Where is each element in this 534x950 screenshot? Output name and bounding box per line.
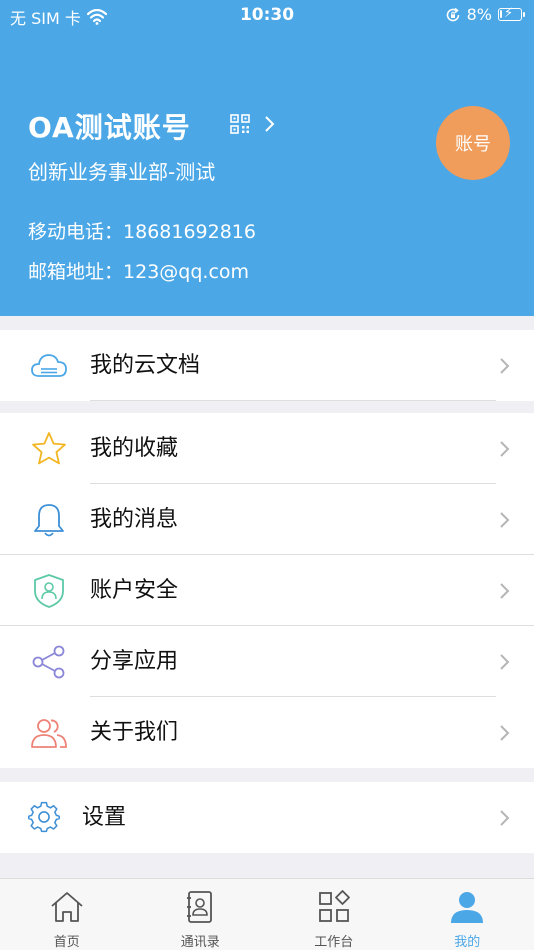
tab-contacts[interactable]: 通讯录 [134, 879, 268, 950]
battery-percent: 8% [466, 5, 492, 24]
orientation-lock-icon [446, 7, 459, 21]
battery-fill [500, 10, 502, 18]
home-icon [51, 892, 83, 922]
menu-item-about-us[interactable]: 关于我们 [0, 697, 534, 768]
chevron-right-icon[interactable] [262, 114, 276, 134]
tab-bar: 首页 通讯录 工作台 我的 [0, 878, 534, 950]
share-icon [32, 645, 65, 679]
email-value: 123@qq.com [123, 261, 250, 283]
phone-row: 移动电话：18681692816 [28, 217, 256, 244]
profile-header: 无 SIM 卡 10:30 8% ⚡ OA测试账号 创新业务事业部-测试 移动电… [0, 0, 534, 316]
shield-icon [34, 574, 64, 608]
chevron-right-icon [500, 441, 510, 457]
account-name[interactable]: OA测试账号 [28, 106, 191, 146]
menu-item-favorites[interactable]: 我的收藏 [0, 413, 534, 484]
menu-group-settings: 设置 [0, 782, 534, 853]
charging-bolt-icon: ⚡ [504, 6, 514, 21]
chevron-right-icon [500, 512, 510, 528]
gear-icon [28, 801, 60, 833]
email-row: 邮箱地址：123@qq.com [28, 257, 249, 284]
phone-value: 18681692816 [123, 221, 256, 243]
battery-icon: ⚡ [498, 6, 525, 21]
menu-label: 设置 [82, 805, 127, 830]
tab-label: 工作台 [314, 935, 354, 950]
qr-code-icon[interactable] [230, 114, 250, 134]
menu-label: 我的云文档 [90, 353, 201, 378]
cloud-icon [31, 354, 67, 377]
chevron-right-icon [500, 810, 510, 826]
divider [90, 400, 496, 401]
tab-home[interactable]: 首页 [0, 879, 134, 950]
chevron-right-icon [500, 725, 510, 741]
menu-label: 我的消息 [90, 507, 179, 532]
bell-icon [34, 504, 64, 537]
chevron-right-icon [500, 654, 510, 670]
menu-label: 账户安全 [90, 578, 179, 603]
tab-workbench[interactable]: 工作台 [267, 879, 401, 950]
menu-item-cloud-docs[interactable]: 我的云文档 [0, 330, 534, 401]
avatar[interactable]: 账号 [436, 106, 510, 180]
menu-item-settings[interactable]: 设置 [0, 782, 534, 853]
menu-label: 分享应用 [90, 649, 179, 674]
menu-group-main: 我的收藏 我的消息 账户安全 分享应用 关于我们 [0, 413, 534, 768]
star-icon [32, 432, 66, 465]
menu-item-share-app[interactable]: 分享应用 [0, 626, 534, 697]
user-icon [451, 892, 484, 923]
status-right: 8% ⚡ [445, 5, 525, 24]
menu-label: 关于我们 [90, 720, 179, 745]
menu-group-cloud: 我的云文档 [0, 330, 534, 401]
grid-apps-icon [318, 890, 350, 922]
status-bar: 无 SIM 卡 10:30 8% ⚡ [0, 0, 534, 30]
menu-item-messages[interactable]: 我的消息 [0, 484, 534, 555]
users-icon [31, 719, 67, 748]
avatar-text: 账号 [455, 134, 491, 155]
chevron-right-icon [500, 583, 510, 599]
tab-label: 通讯录 [180, 935, 220, 950]
phone-label: 移动电话： [28, 221, 124, 243]
email-label: 邮箱地址： [28, 261, 124, 283]
department-text: 创新业务事业部-测试 [28, 160, 216, 184]
menu-item-account-security[interactable]: 账户安全 [0, 555, 534, 626]
tab-label: 首页 [53, 935, 80, 950]
tab-label: 我的 [454, 935, 481, 950]
contacts-book-icon [187, 891, 213, 923]
menu-label: 我的收藏 [90, 436, 179, 461]
tab-mine[interactable]: 我的 [401, 879, 534, 950]
chevron-right-icon [500, 358, 510, 374]
